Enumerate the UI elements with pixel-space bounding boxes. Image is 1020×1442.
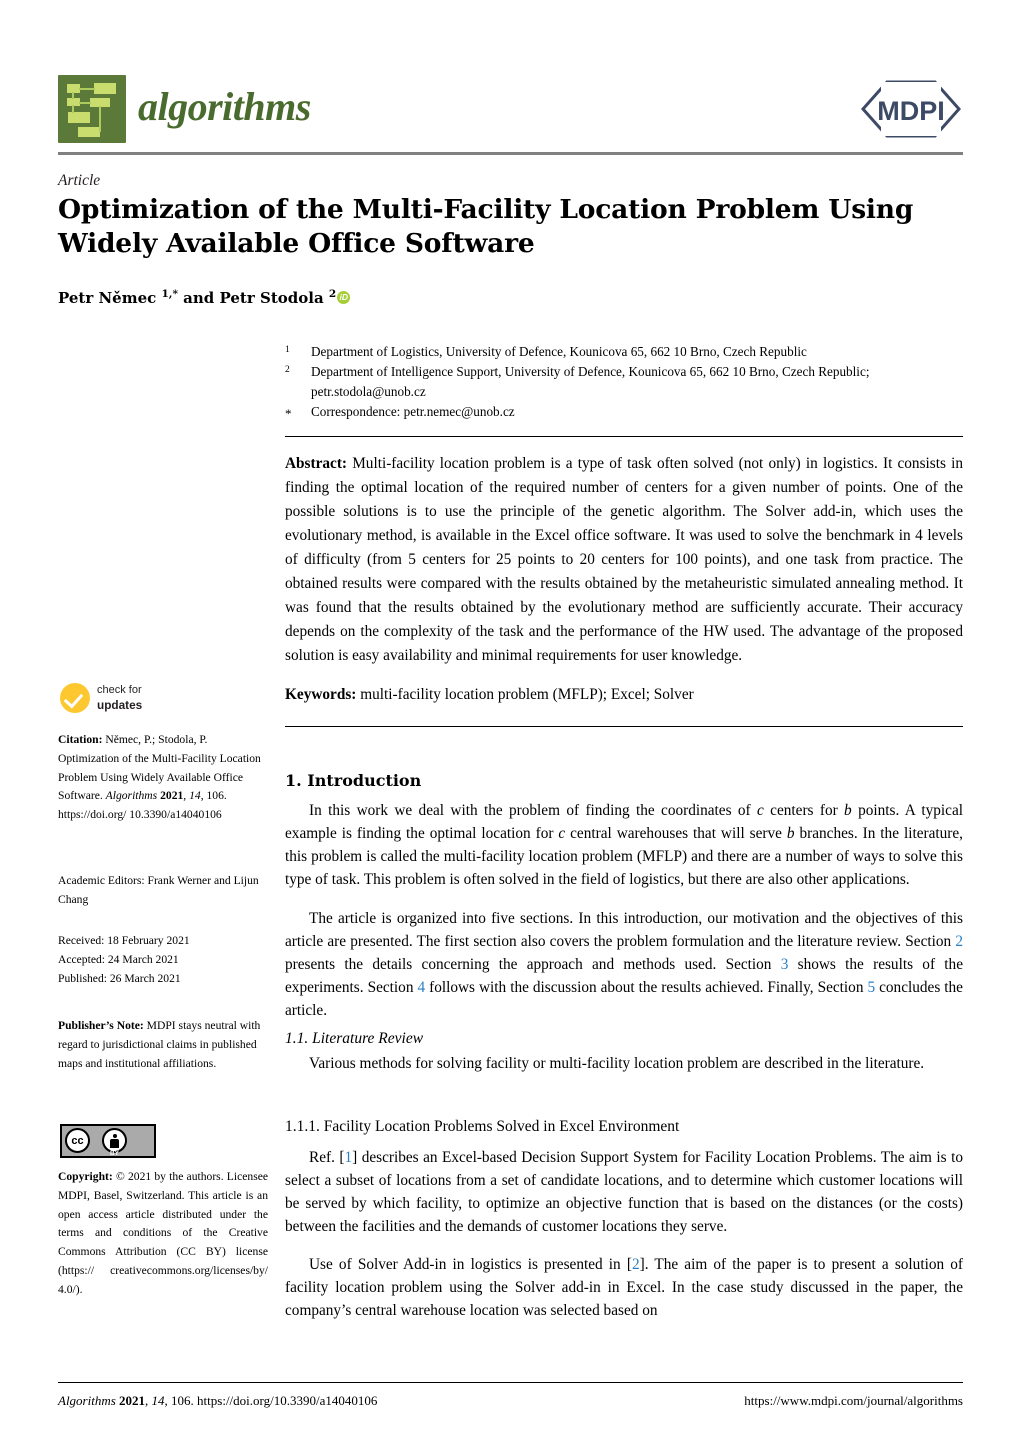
literature-review-paragraph: Various methods for solving facility or … <box>309 1055 925 1072</box>
abstract-top-divider <box>285 436 963 437</box>
citation-label: Citation: <box>58 733 103 746</box>
check-for-updates-label: check for updates <box>97 684 142 712</box>
section-ref-4-link[interactable]: 4 <box>417 979 425 996</box>
p4-frag-b: ] describes an Excel-based Decision Supp… <box>285 1149 963 1235</box>
footer-divider <box>58 1382 963 1383</box>
author-2-marks: 2 <box>328 288 337 300</box>
citation-journal: Algorithms <box>105 789 158 803</box>
keywords-text: multi-facility location problem (MFLP); … <box>356 686 694 703</box>
citation-ref-2-link[interactable]: 2 <box>632 1256 640 1273</box>
p1-frag-b: centers for <box>763 802 845 819</box>
citation-ref-1-link[interactable]: 1 <box>344 1149 352 1166</box>
footer-journal-url[interactable]: https://www.mdpi.com/journal/algorithms <box>744 1393 963 1409</box>
copyright-text: © 2021 by the authors. Licensee MDPI, Ba… <box>58 1170 268 1296</box>
page-title: Optimization of the Multi-Facility Locat… <box>58 193 963 261</box>
check-for-updates-badge[interactable]: check for updates <box>60 683 142 713</box>
cfu-line-1: check for <box>97 683 142 696</box>
keywords-block: Keywords: multi-facility location proble… <box>285 684 963 707</box>
title-line-2: Widely Available Office Software <box>58 227 535 259</box>
abstract-block: Abstract: Multi-facility location proble… <box>285 452 963 667</box>
correspondence-text: Correspondence: petr.nemec@unob.cz <box>311 404 515 420</box>
algorithms-flowchart-icon <box>58 75 126 143</box>
footer-journal: Algorithms <box>58 1393 116 1408</box>
copyright-block: Copyright: © 2021 by the authors. Licens… <box>58 1168 268 1299</box>
affiliation-row: * Correspondence: petr.nemec@unob.cz <box>285 402 963 424</box>
section-1-1-heading: 1.1. Literature Review <box>285 1030 424 1047</box>
ref1-paragraph: Ref. [1] describes an Excel-based Decisi… <box>285 1147 963 1239</box>
p5-frag-a: Use of Solver Add-in in logistics is pre… <box>309 1256 632 1273</box>
affiliation-marker: 1 <box>285 345 290 355</box>
section-1-1-1-heading: 1.1.1. Facility Location Problems Solved… <box>285 1118 680 1135</box>
mdpi-logo[interactable]: MDPI <box>859 78 963 140</box>
publisher-note-label: Publisher’s Note: <box>58 1019 144 1032</box>
accepted-date: Accepted: 24 March 2021 <box>58 952 179 966</box>
paper-page: algorithms MDPI Article Optimization of … <box>0 0 1020 1442</box>
ref2-paragraph: Use of Solver Add-in in logistics is pre… <box>285 1254 963 1323</box>
affiliation-marker: 2 <box>285 365 290 376</box>
affiliations: 1 Department of Logistics, University of… <box>285 342 963 424</box>
affiliation-text: Department of Intelligence Support, Univ… <box>311 364 870 400</box>
p4-frag-a: Ref. [ <box>309 1149 345 1166</box>
p2-frag-a: The article is organized into five secti… <box>285 910 963 950</box>
citation-block: Citation: Němec, P.; Stodola, P. Optimiz… <box>58 733 261 822</box>
footer-volume: 14 <box>151 1393 165 1408</box>
intro-paragraph-2: The article is organized into five secti… <box>285 908 963 1023</box>
affiliation-text: Department of Logistics, University of D… <box>311 344 807 359</box>
academic-editors: Academic Editors: Frank Werner and Lijun… <box>58 874 259 906</box>
received-date: Received: 18 February 2021 <box>58 934 190 947</box>
abstract-label: Abstract: <box>285 455 348 472</box>
footer-citation: Algorithms 2021, 14, 106. https://doi.or… <box>58 1393 378 1408</box>
masthead: algorithms MDPI <box>58 72 963 152</box>
title-line-1: Optimization of the Multi-Facility Locat… <box>58 194 914 225</box>
cfu-line-2: updates <box>97 697 143 712</box>
citation-year: 2021 <box>160 789 184 803</box>
section-ref-5-link[interactable]: 5 <box>867 979 875 996</box>
correspondence-marker: * <box>285 406 292 422</box>
cc-by-label: BY <box>109 1150 120 1157</box>
header-divider <box>58 152 963 155</box>
published-date: Published: 26 March 2021 <box>58 971 181 985</box>
section-1-heading: 1. Introduction <box>285 771 422 790</box>
cc-icon: cc <box>65 1128 90 1153</box>
dates-block: Received: 18 February 2021 Accepted: 24 … <box>58 932 268 988</box>
author-list: Petr Němec 1,* and Petr Stodola 2 iD <box>58 288 351 307</box>
variable-c: c <box>757 802 764 819</box>
abstract-text: Multi-facility location problem is a typ… <box>285 455 963 664</box>
author-1-marks: 1,* <box>161 288 178 300</box>
footer-rest: , 106. https://doi.org/10.3390/a14040106 <box>164 1393 378 1408</box>
footer-year: 2021 <box>119 1393 146 1408</box>
journal-title: algorithms <box>138 84 311 129</box>
citation-volume: 14 <box>189 789 201 803</box>
cc-by-license-icon[interactable]: cc BY <box>60 1124 156 1158</box>
publisher-note: Publisher’s Note: MDPI stays neutral wit… <box>58 1017 268 1073</box>
author-name-1: Petr Němec <box>58 289 162 307</box>
intro-paragraph-1: In this work we deal with the problem of… <box>285 800 963 892</box>
variable-b: b <box>786 824 795 842</box>
section-ref-2-link[interactable]: 2 <box>955 933 963 950</box>
journal-logo-block[interactable]: algorithms <box>58 75 311 143</box>
p2-frag-d: follows with the discussion about the re… <box>425 978 868 996</box>
affiliation-row: 2 Department of Intelligence Support, Un… <box>285 362 963 402</box>
svg-text:MDPI: MDPI <box>877 96 945 126</box>
affiliation-row: 1 Department of Logistics, University of… <box>285 342 963 362</box>
checkmark-icon <box>60 683 90 713</box>
orcid-icon[interactable]: iD <box>337 291 351 304</box>
keywords-label: Keywords: <box>285 686 357 703</box>
p1-frag-d: central warehouses that will serve <box>565 824 787 842</box>
author-conjunction: and Petr Stodola <box>177 289 329 307</box>
variable-b: b <box>844 802 852 819</box>
copyright-label: Copyright: <box>58 1170 113 1183</box>
article-type-label: Article <box>58 172 101 189</box>
p2-frag-b: presents the details concerning the appr… <box>285 955 781 973</box>
p1-frag-a: In this work we deal with the problem of… <box>309 802 758 819</box>
keywords-divider <box>285 726 963 727</box>
